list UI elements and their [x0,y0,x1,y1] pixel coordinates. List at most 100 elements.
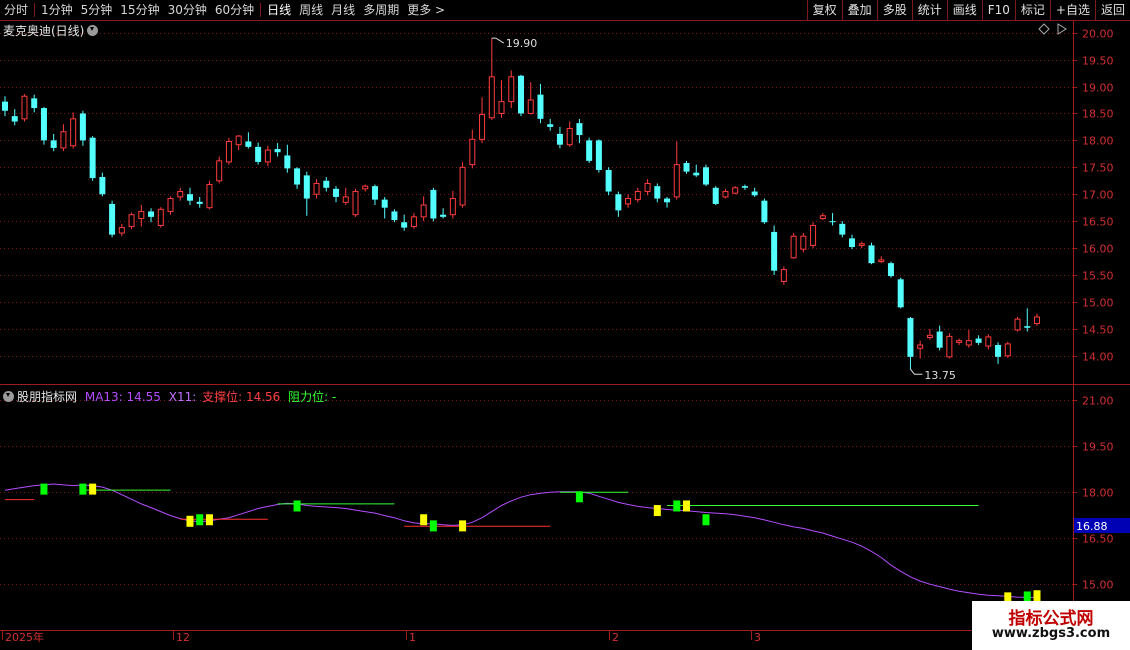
candle-body [264,149,271,163]
resist-value: 阻力位: - [288,390,337,404]
signal-box [196,514,204,526]
candle-body [673,164,680,198]
candle-body [440,214,447,217]
y-tick-label: 19.50 [1082,55,1114,68]
candle-body [595,140,602,170]
candle-body [498,101,505,114]
signal-box [653,505,661,517]
candle-body [157,208,164,226]
y-tick-label: 15.50 [1082,270,1114,283]
candle-body [634,191,641,201]
candle-body [897,279,904,308]
y-tick-label: 20.00 [1082,28,1114,41]
candle-body [371,186,378,200]
y-tick-label: 18.00 [1082,135,1114,148]
candle-body [732,187,739,194]
candle-body [459,166,466,206]
candle-body [1014,318,1021,331]
candle-body [722,191,729,198]
y-tick-label: 19.50 [1082,441,1114,454]
candle-body [216,160,223,182]
low-pointer [910,368,923,375]
play-icon [1057,23,1067,35]
ma13-line [4,483,1037,598]
candle-body [751,191,758,196]
candle-body [60,131,67,149]
candle-body [839,223,846,235]
candle-body [410,216,417,228]
signal-box [186,515,194,527]
candle-body [810,224,817,246]
candle-body [79,113,86,141]
candle-body [800,235,807,250]
candle-body [547,124,554,127]
high-label: 19.90 [506,37,538,50]
y-tick-label: 17.00 [1082,189,1114,202]
candle-body [313,182,320,195]
time-label: 2025年 [5,630,44,644]
candle-body [644,182,651,193]
candle-body [849,238,856,247]
stock-title: 麦克奥迪(日线) [3,24,85,38]
candle-body [995,345,1002,357]
x11-value: X11: [168,390,197,404]
candle-body [985,336,992,347]
signal-box [40,483,48,495]
price-marker-label: 16.88 [1076,520,1108,533]
y-tick-label: 17.50 [1082,162,1114,175]
candle-body [70,118,77,147]
candle-body [177,191,184,198]
logo-line2: www.zbgs3.com [991,626,1111,641]
signal-box [1033,590,1041,602]
candle-body [615,194,622,211]
candle-body [284,155,291,169]
candle-body [771,231,778,271]
chart-canvas: 20.00 19.50 19.00 18.50 18.00 17.50 17.00 16.50… [0,21,1130,644]
candle-body [235,135,242,146]
dropdown-circle-icon[interactable] [87,25,99,36]
candle-body [128,214,135,228]
candle-body [31,98,38,109]
support-value: 支撑位: 14.56 [202,390,281,404]
signal-box [420,514,428,526]
signal-box [79,483,87,495]
candle-body [819,215,826,219]
candle-body [741,186,748,188]
ma13-value: MA13: 14.55 [84,390,161,404]
time-label: 2 [612,631,619,644]
dropdown-circle-icon[interactable] [3,391,14,402]
candle-body [469,138,476,166]
candle-body [420,204,427,218]
candle-body [780,269,787,282]
candle-body [333,188,340,197]
signal-box [293,500,301,512]
candle-body [352,191,359,216]
candle-body [40,108,47,141]
candle-body [556,133,563,145]
candle-body [576,123,583,135]
signal-box [683,500,691,512]
low-label: 13.75 [924,369,956,382]
candle-body [702,167,709,185]
y-tick-label: 14.50 [1082,324,1114,337]
y-tick-label: 15.00 [1082,297,1114,310]
candle-body [99,177,106,195]
y-tick-label: 18.50 [1082,108,1114,121]
candle-body [245,141,252,147]
candle-body [761,200,768,223]
candle-body [391,211,398,221]
candle-body [449,198,456,216]
y-tick-label: 14.00 [1082,351,1114,364]
indicator-title-row: 股朋指标网 MA13: 14.55 X11: 支撑位: 14.56 阻力位: - [3,388,336,405]
time-label: 12 [176,631,190,644]
y-tick-label: 16.50 [1082,533,1114,546]
candle-body [926,334,933,338]
candle-body [907,318,914,357]
candle-body [323,180,330,188]
candle-body [479,114,486,140]
candle-body [625,198,632,205]
candle-body [109,203,116,235]
diamond-icon [1038,23,1050,35]
signal-box [702,514,710,526]
y-tick-label: 21.00 [1082,395,1114,408]
